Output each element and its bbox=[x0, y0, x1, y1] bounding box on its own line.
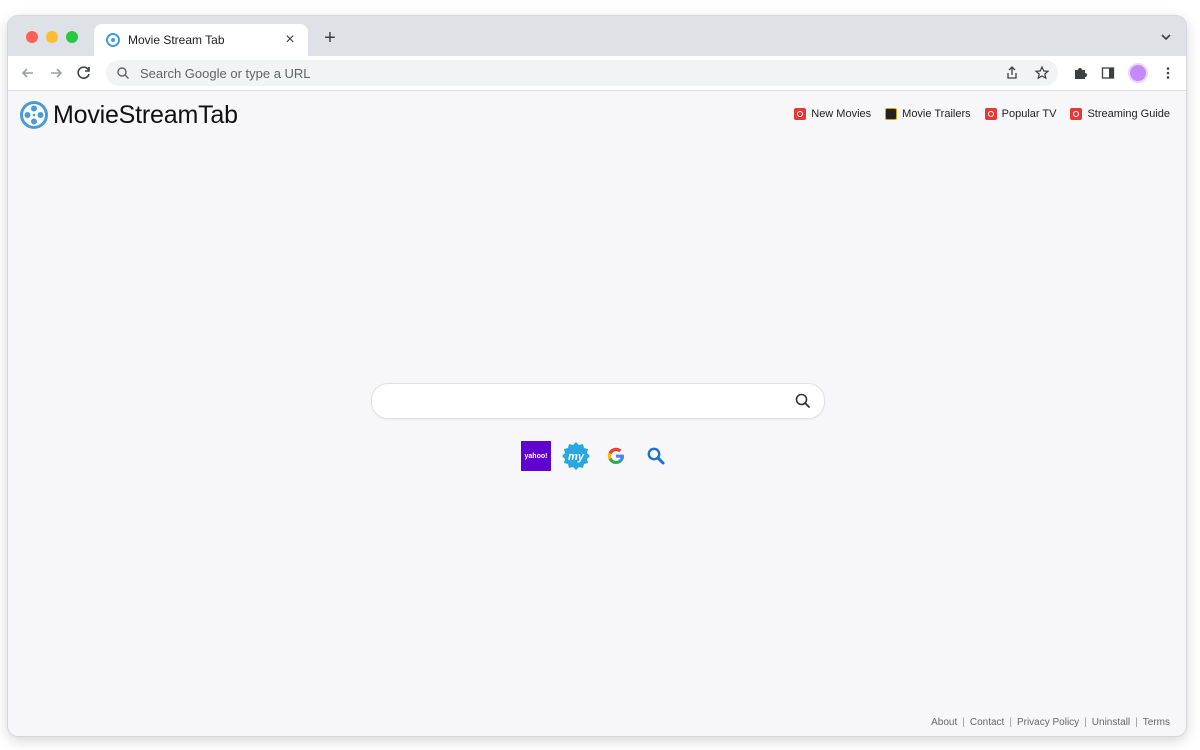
footer-separator: | bbox=[962, 717, 965, 728]
my-badge-icon: my bbox=[562, 442, 590, 470]
footer-separator: | bbox=[1084, 717, 1087, 728]
brand-name: MovieStreamTab bbox=[53, 100, 238, 129]
generic-search-engine-button[interactable] bbox=[641, 441, 671, 471]
red-film-icon bbox=[794, 108, 807, 120]
footer-separator: | bbox=[1135, 717, 1138, 728]
tab-favicon-icon bbox=[106, 33, 120, 47]
header-link-streaming-guide[interactable]: Streaming Guide bbox=[1070, 108, 1170, 120]
forward-arrow-icon[interactable] bbox=[46, 63, 66, 83]
footer-link-uninstall[interactable]: Uninstall bbox=[1092, 717, 1130, 728]
back-arrow-icon[interactable] bbox=[18, 63, 38, 83]
film-reel-logo-icon bbox=[20, 101, 48, 129]
red-grid-icon bbox=[1070, 108, 1083, 120]
reload-icon[interactable] bbox=[74, 63, 94, 83]
brand[interactable]: MovieStreamTab bbox=[18, 99, 238, 131]
share-icon[interactable] bbox=[1004, 65, 1020, 81]
tab-close-icon[interactable]: × bbox=[280, 30, 300, 50]
red-tv-icon bbox=[984, 108, 997, 120]
new-tab-button[interactable]: + bbox=[320, 28, 340, 48]
header-link-label: New Movies bbox=[811, 108, 872, 120]
window-controls bbox=[26, 31, 78, 43]
google-g-icon bbox=[607, 447, 624, 464]
active-tab[interactable]: Movie Stream Tab × bbox=[94, 24, 308, 56]
search-engine-selector: yahoo! my bbox=[521, 441, 671, 471]
side-panel-icon[interactable] bbox=[1100, 65, 1116, 81]
footer-links: About | Contact | Privacy Policy | Unins… bbox=[931, 717, 1170, 728]
address-input[interactable] bbox=[138, 64, 962, 82]
google-engine-button[interactable] bbox=[601, 441, 631, 471]
header-link-popular-tv[interactable]: Popular TV bbox=[984, 108, 1057, 120]
footer-link-about[interactable]: About bbox=[931, 717, 957, 728]
profile-avatar[interactable] bbox=[1128, 63, 1148, 83]
browser-window: Movie Stream Tab × + Search Google or ty… bbox=[8, 16, 1186, 736]
tab-search-chevron-icon[interactable] bbox=[1158, 29, 1174, 45]
toolbar-actions bbox=[1072, 63, 1176, 83]
search-icon bbox=[117, 67, 129, 79]
header-link-label: Popular TV bbox=[1001, 108, 1057, 120]
address-bar[interactable] bbox=[106, 60, 1058, 86]
footer-link-contact[interactable]: Contact bbox=[970, 717, 1004, 728]
search-input[interactable] bbox=[388, 390, 782, 414]
browser-toolbar bbox=[8, 56, 1186, 91]
yahoo-engine-button[interactable]: yahoo! bbox=[521, 441, 551, 471]
extensions-puzzle-icon[interactable] bbox=[1072, 65, 1088, 81]
omnibox-actions bbox=[1004, 65, 1050, 81]
imdb-icon bbox=[885, 108, 898, 120]
yahoo-label: yahoo! bbox=[524, 452, 548, 460]
more-menu-icon[interactable] bbox=[1160, 65, 1176, 81]
zoom-window-button[interactable] bbox=[66, 31, 78, 43]
close-window-button[interactable] bbox=[26, 31, 38, 43]
footer-separator: | bbox=[1009, 717, 1012, 728]
tab-title: Movie Stream Tab bbox=[128, 33, 225, 47]
minimize-window-button[interactable] bbox=[46, 31, 58, 43]
tab-strip: Movie Stream Tab × + bbox=[8, 16, 1186, 56]
search-icon[interactable] bbox=[794, 392, 812, 410]
header-link-label: Movie Trailers bbox=[902, 108, 971, 120]
magnifier-icon bbox=[647, 447, 665, 465]
search-box[interactable] bbox=[371, 383, 825, 419]
header-link-label: Streaming Guide bbox=[1087, 108, 1170, 120]
header-links: New Movies Movie Trailers Popular TV Str… bbox=[794, 108, 1170, 120]
bookmark-star-icon[interactable] bbox=[1034, 65, 1050, 81]
header-link-movie-trailers[interactable]: Movie Trailers bbox=[885, 108, 971, 120]
my-label: my bbox=[568, 451, 585, 463]
footer-link-privacy-policy[interactable]: Privacy Policy bbox=[1017, 717, 1079, 728]
footer-link-terms[interactable]: Terms bbox=[1143, 717, 1170, 728]
header-link-new-movies[interactable]: New Movies bbox=[794, 108, 871, 120]
page-content: MovieStreamTab New Movies Movie Trailers… bbox=[8, 91, 1186, 736]
my-engine-button[interactable]: my bbox=[561, 441, 591, 471]
